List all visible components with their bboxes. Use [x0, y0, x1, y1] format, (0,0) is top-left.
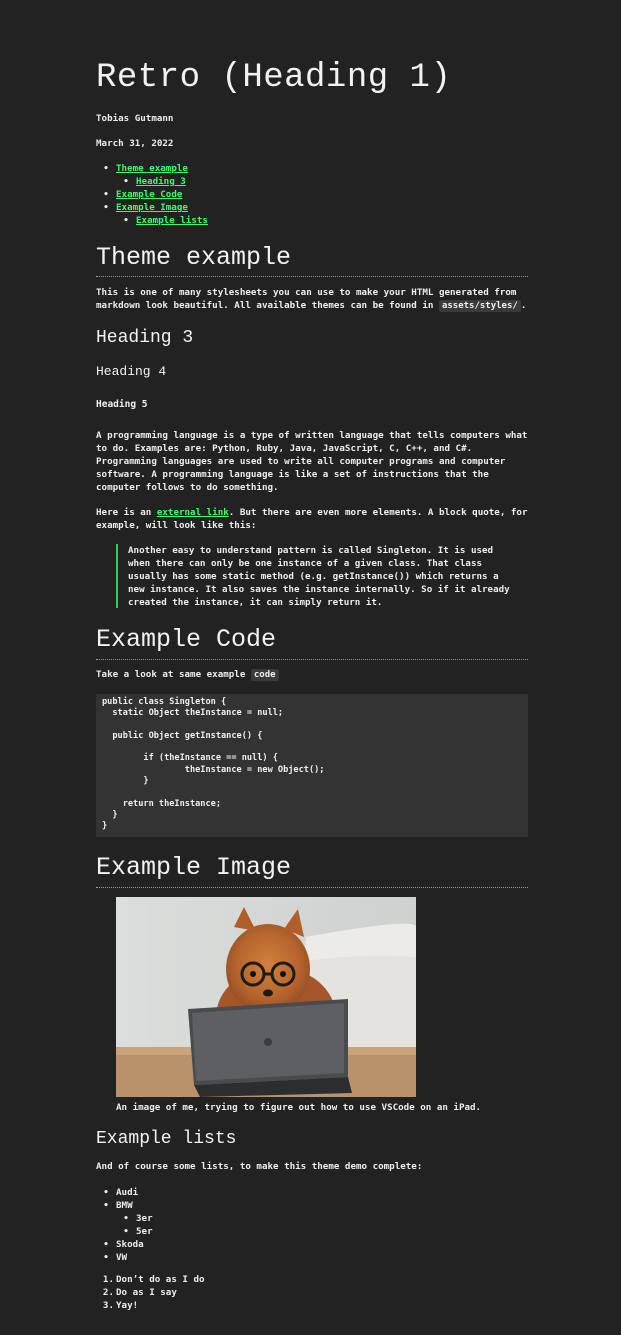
code-block-text: public class Singleton { static Object t… [102, 697, 325, 832]
photo-dog-with-ipad [116, 897, 416, 1097]
section-heading-theme-example: Theme example [96, 243, 292, 272]
ordered-list-item: 3. Yay! [102, 1300, 139, 1311]
ordered-item-label: Don’t do as I do [116, 1274, 205, 1285]
section-heading-example-code: Example Code [96, 625, 277, 654]
block-quote: Another easy to understand pattern is ca… [116, 544, 530, 608]
unordered-list: • Audi • BMW • 3er • 5er • Skoda • VW [96, 1186, 153, 1264]
list-item-label: 3er [136, 1213, 153, 1224]
toc-link-theme-example[interactable]: Theme example [116, 163, 188, 174]
list-item: • BMW [103, 1200, 133, 1211]
heading-rule [96, 659, 528, 660]
ordered-list: 1. Don’t do as I do 2. Do as I say 3. Yay! [96, 1273, 205, 1312]
lists-intro: And of course some lists, to make this t… [96, 1161, 423, 1172]
list-item-label: Audi [116, 1187, 139, 1198]
heading-rule [96, 276, 528, 277]
ordered-item-label: Do as I say [116, 1287, 177, 1298]
section-heading-example-lists: Example lists [96, 1129, 237, 1149]
image-caption: An image of me, trying to figure out how… [116, 1102, 482, 1113]
toc-link-heading-3[interactable]: Heading 3 [136, 176, 186, 187]
ordered-item-label: Yay! [116, 1300, 139, 1311]
list-item-label: 5er [136, 1226, 153, 1237]
inline-code: code [250, 669, 279, 681]
theme-intro: This is one of many stylesheets you can … [96, 286, 528, 313]
toc-item: • Example Code [103, 189, 183, 200]
list-subitem: • 5er [123, 1226, 153, 1237]
ordered-list-item: 2. Do as I say [102, 1287, 177, 1298]
heading-rule [96, 887, 528, 888]
code-block: public class Singleton { static Object t… [96, 694, 528, 837]
code-intro-text: Take a look at same example [96, 669, 251, 680]
code-intro: Take a look at same example code [96, 668, 528, 682]
paragraph-link: Here is an external link. But there are … [96, 506, 528, 532]
page-title: Retro (Heading 1) [96, 59, 452, 97]
paragraph-programming: A programming language is a type of writ… [96, 430, 528, 493]
toc-item: • Example Image [103, 202, 188, 213]
link-text-before: Here is an [96, 507, 157, 518]
external-link[interactable]: external link [157, 507, 229, 518]
list-item: • VW [103, 1252, 128, 1263]
toc-subitem: • Example lists [123, 215, 208, 226]
inline-code: assets/styles/ [438, 300, 521, 312]
toc-subitem: • Heading 3 [123, 176, 186, 187]
list-item: • Audi [103, 1187, 139, 1198]
heading-5: Heading 5 [96, 399, 148, 410]
toc-link-example-lists[interactable]: Example lists [136, 215, 208, 226]
toc-link-example-image[interactable]: Example Image [116, 202, 188, 213]
heading-4: Heading 4 [96, 364, 167, 379]
theme-intro-end: . [520, 300, 527, 311]
toc-link-example-code[interactable]: Example Code [116, 189, 182, 200]
table-of-contents: • Theme example • Heading 3 • Example Code … [96, 162, 208, 227]
list-subitem: • 3er [123, 1213, 153, 1224]
toc-item: • Theme example [103, 163, 188, 174]
dog-photo-illustration [116, 897, 416, 1097]
author: Tobias Gutmann [96, 113, 174, 124]
date: March 31, 2022 [96, 138, 174, 149]
list-item: • Skoda [103, 1239, 144, 1250]
list-item-label: Skoda [116, 1239, 144, 1250]
list-item-label: BMW [116, 1200, 133, 1211]
heading-3: Heading 3 [96, 328, 194, 348]
quote-text: Another easy to understand pattern is ca… [128, 545, 510, 608]
list-item-label: VW [116, 1252, 128, 1263]
section-heading-example-image: Example Image [96, 853, 292, 882]
ordered-list-item: 1. Don’t do as I do [102, 1274, 205, 1285]
